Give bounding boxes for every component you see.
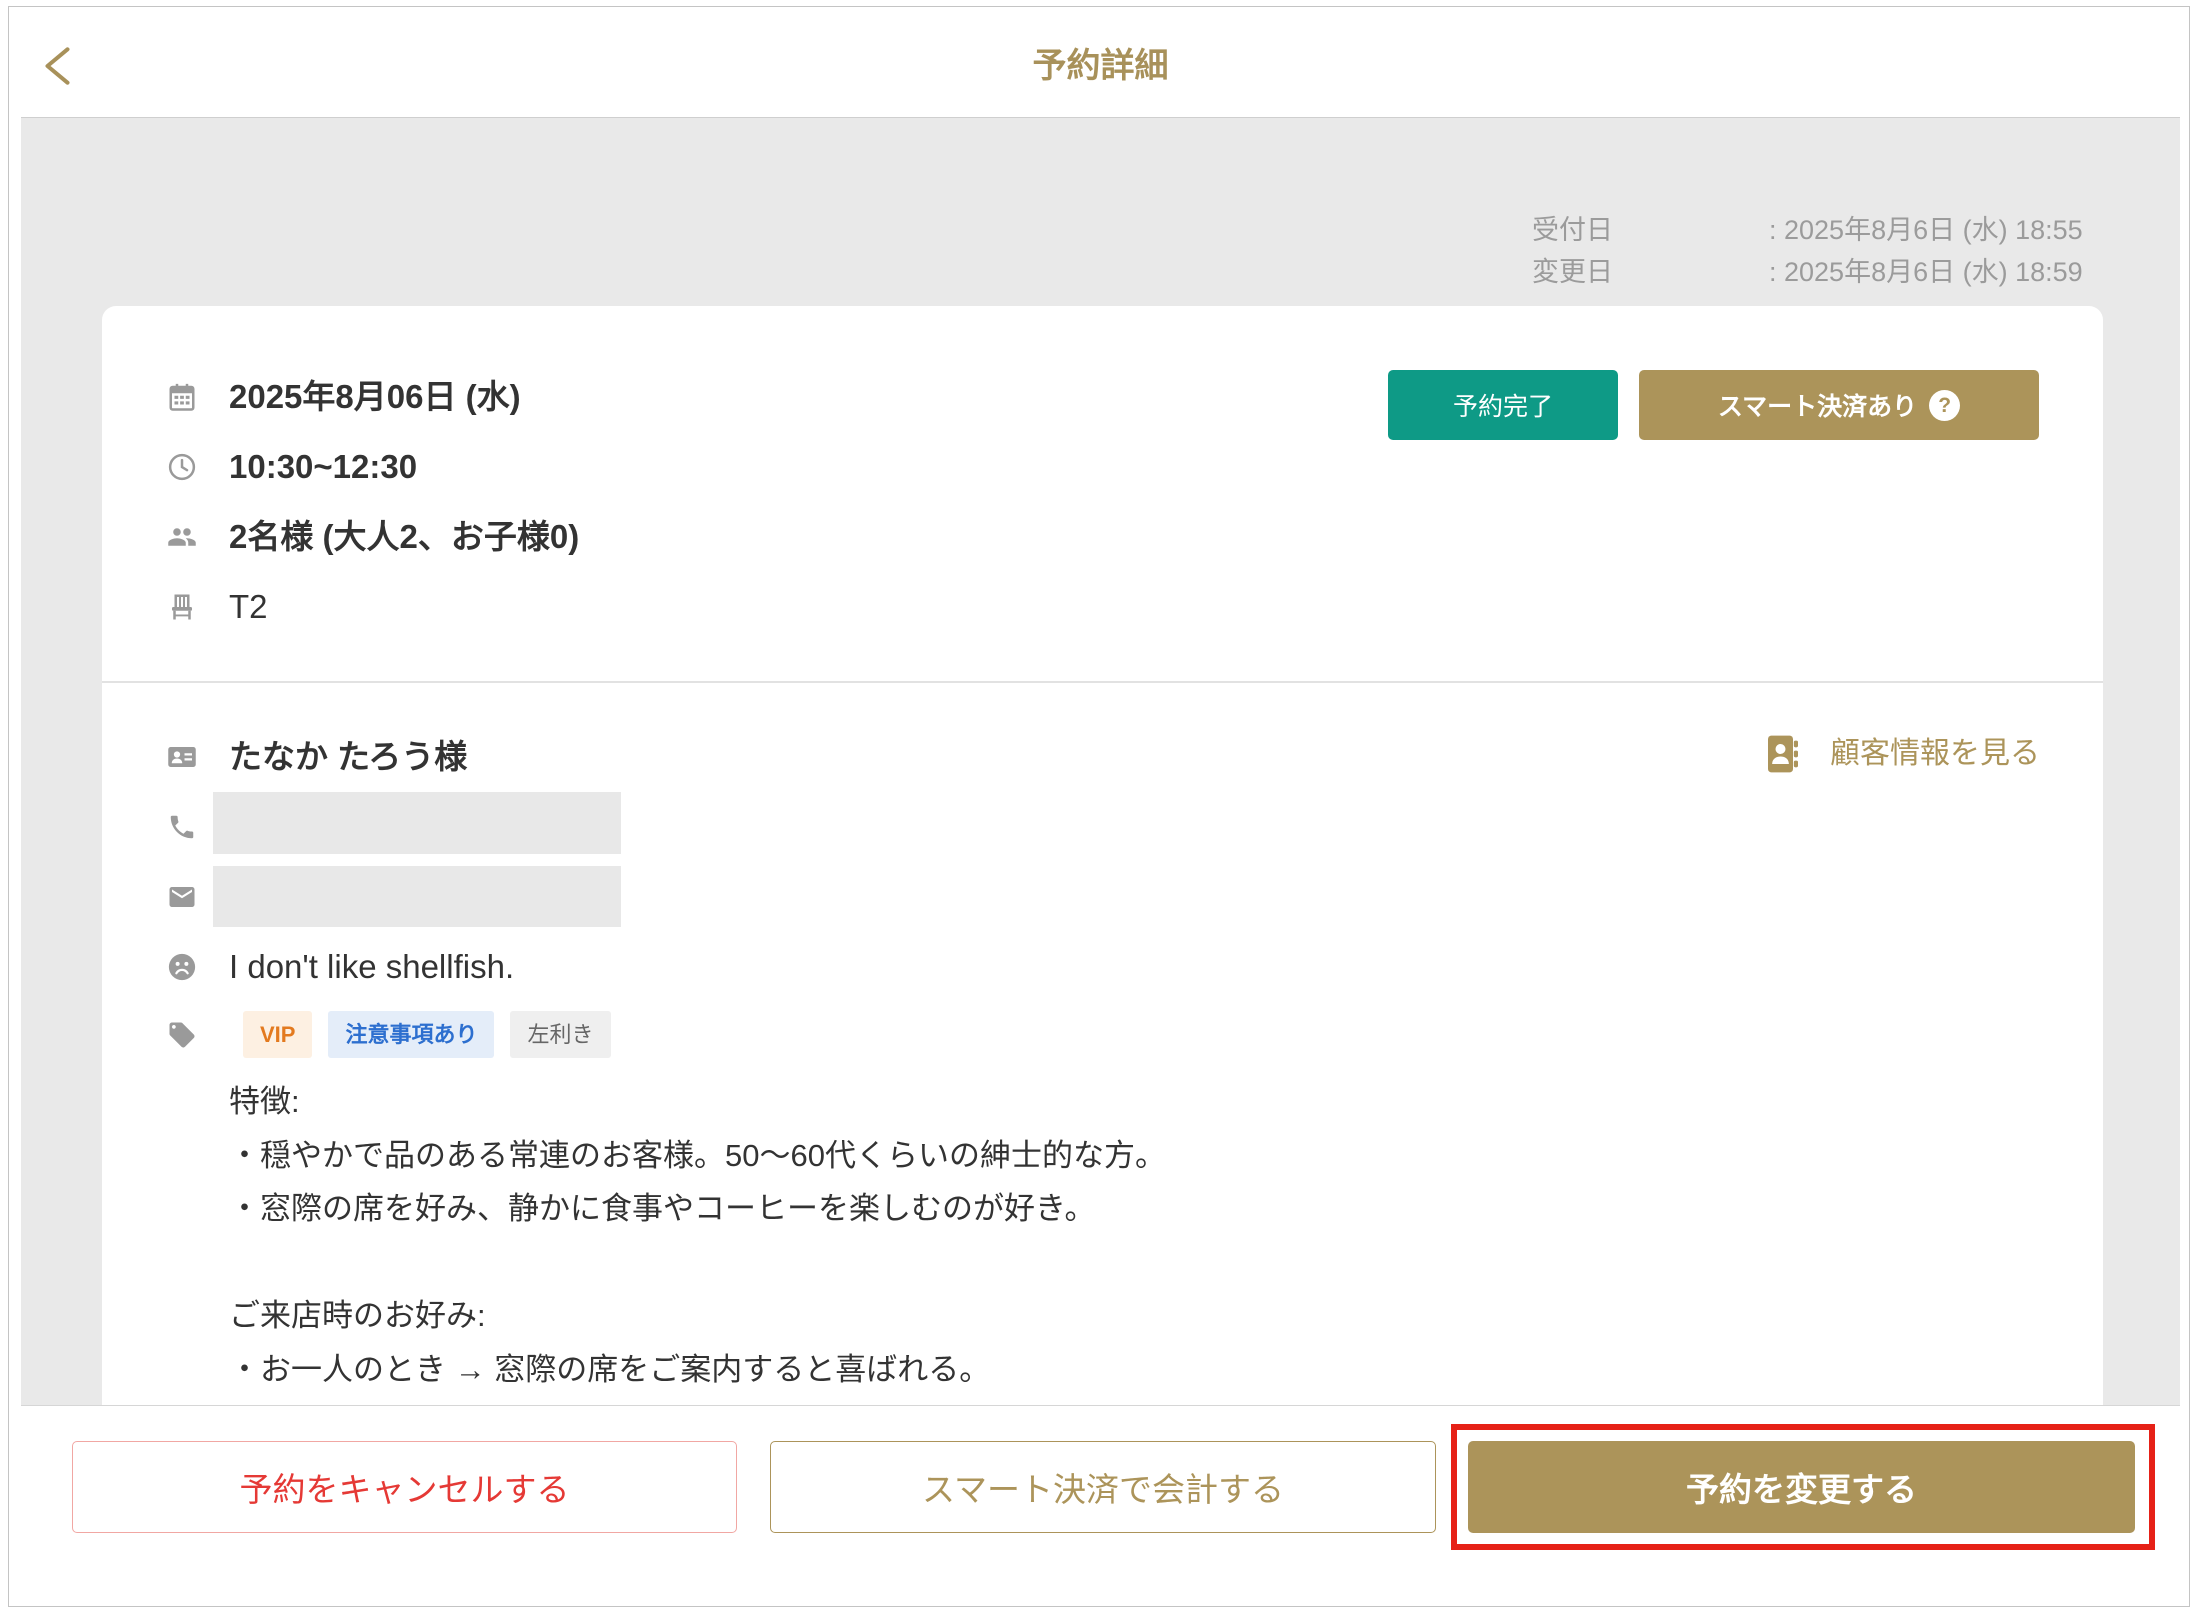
smart-pay-label: スマート決済あり: [1717, 393, 1918, 421]
date-row: 2025年8月06日 (水): [102, 372, 1352, 422]
cancel-reservation-button[interactable]: 予約をキャンセルする: [72, 1441, 737, 1533]
contact-book-icon: [1768, 735, 1798, 773]
section-divider: [102, 681, 2103, 683]
view-customer-info-label: 顧客情報を見る: [1830, 737, 2040, 770]
page-title: 予約詳細: [1032, 47, 1169, 85]
frown-icon: [167, 952, 197, 982]
id-card-icon: [167, 742, 197, 772]
note-heading: ご来店時のお好み:: [229, 1298, 486, 1333]
header-bar: 予約詳細: [21, 7, 2180, 118]
clock-icon: [167, 452, 197, 482]
party-row: 2名様 (大人2、お子様0): [102, 512, 1352, 562]
people-icon: [167, 522, 197, 552]
tag-caution: 注意事項あり: [328, 1011, 495, 1058]
smart-pay-checkout-button[interactable]: スマート決済で会計する: [770, 1441, 1436, 1533]
table-number: T2: [229, 588, 268, 625]
tag-vip: VIP: [243, 1011, 313, 1058]
calendar-icon: [167, 382, 197, 412]
content-area: 受付日 : 2025年8月6日 (水) 18:55 変更日 : 2025年8月6…: [21, 118, 2180, 1405]
received-date-label: 受付日: [1532, 215, 1613, 245]
reservation-date: 2025年8月06日 (水): [229, 378, 521, 415]
note-section-preferences: ご来店時のお好み: ・お一人のとき → 窓際の席をご案内すると喜ばれる。: [229, 1289, 1166, 1396]
note-line: ・穏やかで品のある常連のお客様。50～60代くらいの紳士的な方。: [229, 1137, 1166, 1173]
allergy-note: I don't like shellfish.: [229, 948, 515, 985]
status-badge: 予約完了: [1388, 370, 1618, 440]
envelope-icon: [167, 882, 197, 912]
time-row: 10:30~12:30: [102, 442, 1352, 492]
customer-tags: VIP 注意事項あり 左利き: [243, 1011, 611, 1058]
note-line: ・窓際の席を好み、静かに食事やコーヒーを楽しむのが好き。: [229, 1191, 1096, 1226]
reservation-card: 2025年8月06日 (水) 10:30~12:30 2名様 (大人2、お子様0…: [102, 306, 2103, 1405]
footer-action-bar: 予約をキャンセルする スマート決済で会計する 予約を変更する: [21, 1405, 2180, 1606]
reservation-time: 10:30~12:30: [229, 448, 418, 485]
phone-redacted: [213, 792, 621, 854]
tag-left-handed: 左利き: [510, 1011, 611, 1058]
email-redacted: [213, 866, 621, 927]
modified-date-value: : 2025年8月6日 (水) 18:59: [1769, 257, 2083, 287]
note-heading: 特徴:: [229, 1084, 300, 1119]
customer-name-row: たなか たろう様: [102, 732, 1352, 782]
change-reservation-button[interactable]: 予約を変更する: [1468, 1441, 2135, 1533]
customer-notes: 特徴: ・穏やかで品のある常連のお客様。50～60代くらいの紳士的な方。 ・窓際…: [229, 1075, 1166, 1396]
customer-name: たなか たろう様: [229, 738, 468, 775]
note-section-features: 特徴: ・穏やかで品のある常連のお客様。50～60代くらいの紳士的な方。 ・窓際…: [229, 1075, 1166, 1236]
chair-icon: [167, 592, 197, 622]
note-line: ・お一人のとき → 窓際の席をご案内すると喜ばれる。: [229, 1351, 991, 1387]
tag-icon: [167, 1020, 197, 1050]
phone-icon: [167, 812, 197, 842]
modified-date-label: 変更日: [1532, 257, 1613, 287]
received-date-value: : 2025年8月6日 (水) 18:55: [1769, 215, 2083, 245]
table-row: T2: [102, 582, 1352, 632]
view-customer-info-link[interactable]: 顧客情報を見る: [1762, 728, 2052, 780]
party-size: 2名様 (大人2、お子様0): [229, 518, 580, 555]
smart-pay-badge[interactable]: スマート決済あり ?: [1639, 370, 2039, 440]
allergy-row: I don't like shellfish.: [102, 942, 1352, 992]
question-icon[interactable]: ?: [1929, 389, 1961, 421]
